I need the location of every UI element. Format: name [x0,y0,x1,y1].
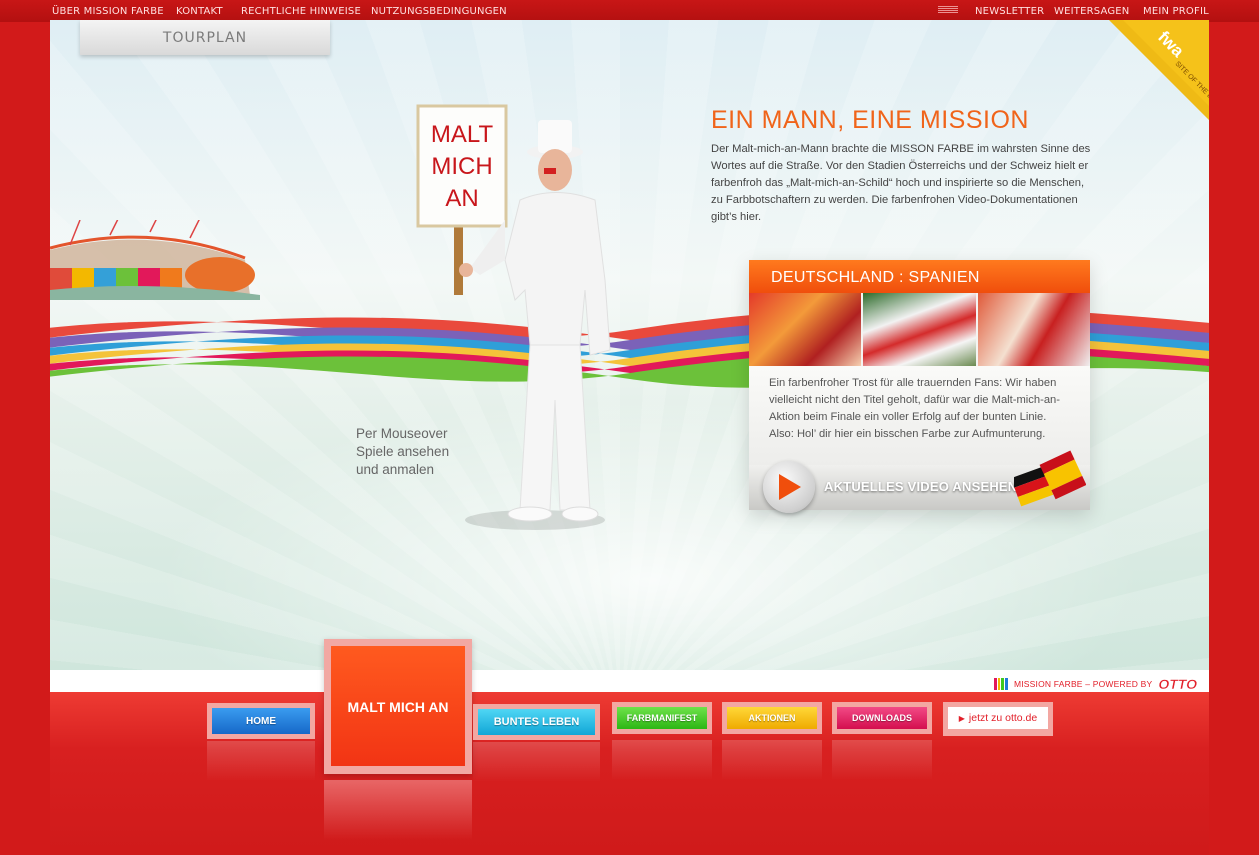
nav-reflection [207,741,315,781]
video-thumbnails [749,293,1090,366]
otto-link-label: jetzt zu otto.de [968,712,1038,724]
nav-reflection [473,742,600,782]
watch-video-button[interactable]: AKTUELLES VIDEO ANSEHEN [749,450,1090,513]
otto-logo[interactable]: OTTO [1158,676,1197,692]
link-ueber-mission-farbe[interactable]: ÜBER MISSION FARBE [52,6,164,17]
hero-stage: TOURPLAN fwa SITE OF THE DAY EIN MANN, E… [50,20,1209,670]
link-weitersagen[interactable]: WEITERSAGEN [1054,6,1129,17]
nav-reflection [722,740,822,780]
sign-line-1: MALT [431,121,494,148]
sign-line-3: AN [445,185,478,212]
powered-by-text: MISSION FARBE – POWERED BY [1013,679,1153,689]
sign-line-2: MICH [431,153,492,180]
nav-aktionen-label: AKTIONEN [722,702,822,734]
nav-farbmanifest-button[interactable]: FARBMANIFEST [612,702,712,782]
tourplan-tab[interactable]: TOURPLAN [80,20,330,55]
video-title: DEUTSCHLAND : SPANIEN [749,260,1090,293]
mouseover-hint-line-3: und anmalen [356,462,435,477]
powered-by: MISSION FARBE – POWERED BY OTTO [993,676,1197,692]
link-rechtliche-hinweise[interactable]: RECHTLICHE HINWEISE [241,6,361,17]
arrow-right-icon: ▶ [958,713,965,723]
nav-malt-mich-an-button[interactable]: MALT MICH AN [324,639,472,774]
nav-reflection [832,740,932,780]
mouseover-hint: Per Mouseover Spiele ansehen und anmalen [356,425,506,479]
video-thumbnail[interactable] [977,293,1090,366]
mission-farbe-icon [993,678,1008,690]
link-newsletter[interactable]: NEWSLETTER [975,6,1044,17]
video-thumbnail[interactable] [749,293,862,366]
mouseover-hint-line-2: Spiele ansehen [356,444,450,459]
link-kontakt[interactable]: KONTAKT [176,6,223,17]
rss-icon[interactable] [938,6,958,14]
otto-link-button[interactable]: ▶ jetzt zu otto.de [943,702,1053,736]
nav-downloads-button[interactable]: DOWNLOADS [832,702,932,782]
nav-buntes-leben-label: BUNTES LEBEN [473,704,600,740]
mouseover-hint-line-1: Per Mouseover [356,426,448,441]
intro-text: Der Malt-mich-an-Mann brachte die MISSON… [711,143,1091,223]
nav-home-button[interactable]: HOME [207,703,315,783]
nav-farbmanifest-label: FARBMANIFEST [612,702,712,734]
video-panel: DEUTSCHLAND : SPANIEN Ein farbenfroher T… [749,260,1090,513]
nav-reflection [612,740,712,780]
link-nutzungsbedingungen[interactable]: NUTZUNGSBEDINGUNGEN [371,6,507,17]
otto-link-face: ▶ jetzt zu otto.de [948,707,1048,729]
nav-home-label: HOME [207,703,315,739]
video-thumbnail[interactable] [863,293,976,366]
stadium-image [50,220,260,300]
flags-icon [1014,450,1086,507]
nav-reflection [324,780,472,840]
nav-buntes-leben-button[interactable]: BUNTES LEBEN [473,704,600,784]
watch-video-label: AKTUELLES VIDEO ANSEHEN [824,479,1018,494]
fwa-badge[interactable]: fwa SITE OF THE DAY [1109,20,1209,120]
play-icon[interactable] [763,461,815,513]
link-mein-profil[interactable]: MEIN PROFIL [1143,6,1209,17]
nav-aktionen-button[interactable]: AKTIONEN [722,702,822,782]
nav-downloads-label: DOWNLOADS [832,702,932,734]
nav-malt-mich-an-label: MALT MICH AN [347,699,449,715]
page-headline: EIN MANN, EINE MISSION [711,106,1029,134]
